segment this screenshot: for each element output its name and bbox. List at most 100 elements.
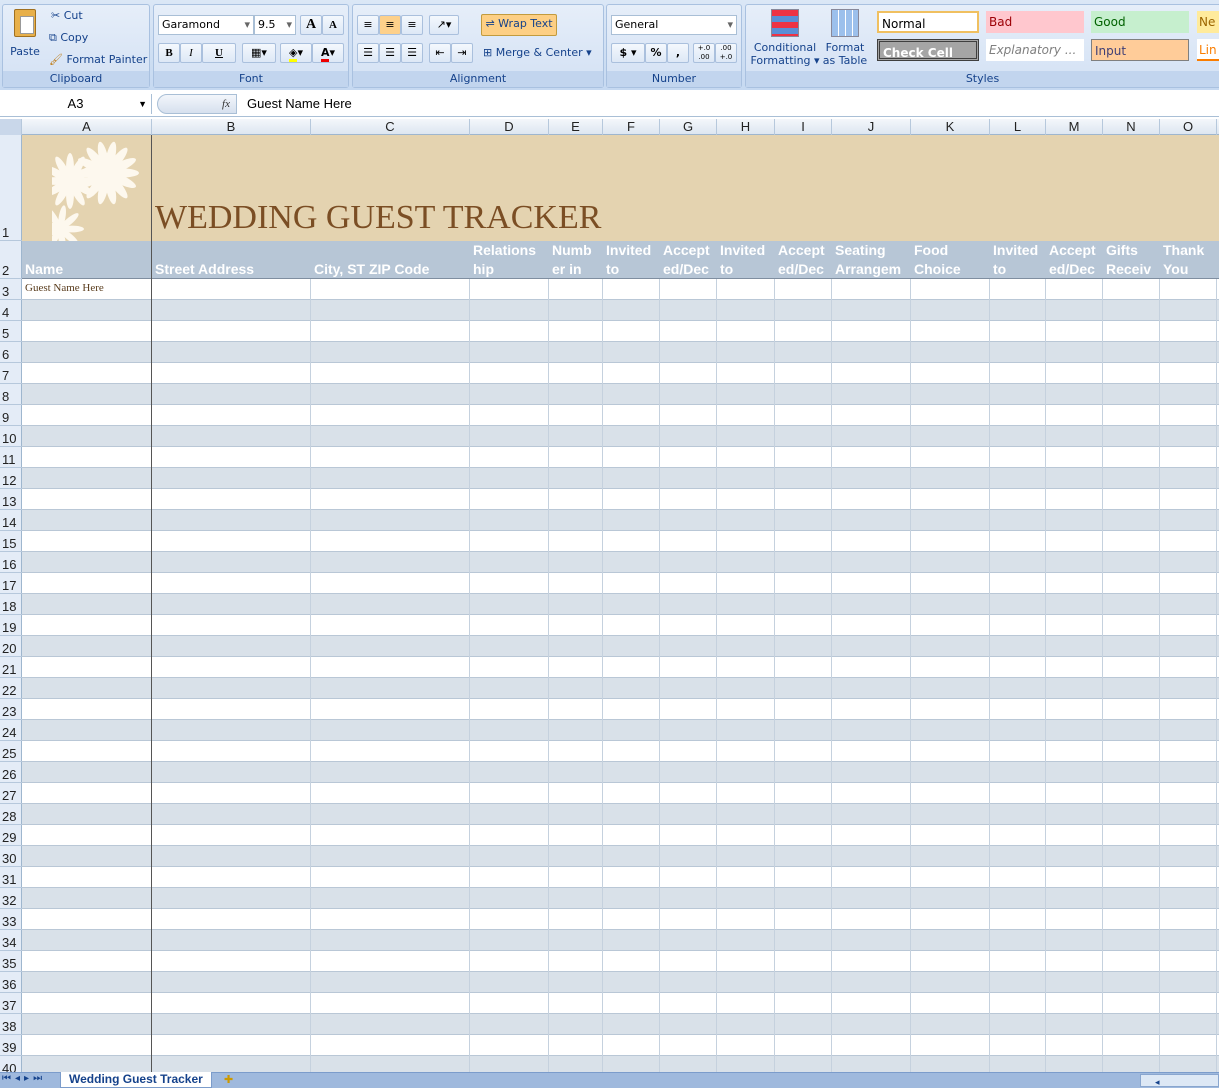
- column-header-k[interactable]: K: [911, 119, 990, 135]
- row-header[interactable]: 23: [0, 699, 22, 720]
- row-header[interactable]: 1: [0, 135, 22, 241]
- copy-button[interactable]: ⧉ Copy: [49, 31, 88, 45]
- table-row[interactable]: [22, 804, 1219, 825]
- table-row[interactable]: [22, 405, 1219, 426]
- table-row[interactable]: [22, 762, 1219, 783]
- table-row[interactable]: [22, 783, 1219, 804]
- table-row[interactable]: [22, 636, 1219, 657]
- increase-indent-button[interactable]: ⇥: [451, 43, 473, 63]
- wrap-text-button[interactable]: ⇌ Wrap Text: [481, 14, 557, 36]
- row-header[interactable]: 4: [0, 300, 22, 321]
- row-header[interactable]: 36: [0, 972, 22, 993]
- percent-button[interactable]: %: [645, 43, 667, 63]
- underline-button[interactable]: U: [202, 43, 236, 63]
- table-row[interactable]: [22, 1035, 1219, 1056]
- row-header[interactable]: 22: [0, 678, 22, 699]
- tab-wedding-guest-tracker[interactable]: Wedding Guest Tracker: [60, 1072, 212, 1088]
- formula-input[interactable]: Guest Name Here: [240, 94, 1219, 114]
- number-format-select[interactable]: General ▾: [611, 15, 737, 35]
- format-painter-button[interactable]: 🖌 Format Painter: [49, 53, 147, 66]
- table-row[interactable]: [22, 384, 1219, 405]
- table-row[interactable]: [22, 972, 1219, 993]
- column-title[interactable]: Street Address: [152, 241, 311, 279]
- cell-style-ne[interactable]: Ne: [1197, 11, 1219, 33]
- font-name-select[interactable]: Garamond ▾: [158, 15, 254, 35]
- table-row[interactable]: [22, 468, 1219, 489]
- row-header[interactable]: 25: [0, 741, 22, 762]
- increase-decimal-button[interactable]: +.0 .00: [693, 43, 715, 63]
- row-header[interactable]: 16: [0, 552, 22, 573]
- cell-style-explanatory[interactable]: Explanatory ...: [986, 39, 1084, 61]
- column-header-d[interactable]: D: [470, 119, 549, 135]
- cell-style-bad[interactable]: Bad: [986, 11, 1084, 33]
- table-row[interactable]: [22, 1056, 1219, 1072]
- column-title[interactable]: Accept ed/Dec: [775, 241, 832, 279]
- row-header[interactable]: 2: [0, 241, 22, 279]
- row-header[interactable]: 13: [0, 489, 22, 510]
- row-header[interactable]: 7: [0, 363, 22, 384]
- fill-color-button[interactable]: ◈▾: [280, 43, 312, 63]
- row-header[interactable]: 15: [0, 531, 22, 552]
- merge-center-button[interactable]: ⊞ Merge & Center ▾: [483, 46, 592, 59]
- table-row[interactable]: [22, 615, 1219, 636]
- comma-button[interactable]: ,: [667, 43, 689, 63]
- row-header[interactable]: 19: [0, 615, 22, 636]
- row-header[interactable]: 5: [0, 321, 22, 342]
- row-header[interactable]: 12: [0, 468, 22, 489]
- name-box[interactable]: A3 ▼: [0, 94, 152, 114]
- table-row[interactable]: [22, 678, 1219, 699]
- center-button[interactable]: ☰: [379, 43, 401, 63]
- table-row[interactable]: [22, 825, 1219, 846]
- row-header[interactable]: 9: [0, 405, 22, 426]
- column-header-h[interactable]: H: [717, 119, 775, 135]
- row-header[interactable]: 29: [0, 825, 22, 846]
- table-row[interactable]: [22, 342, 1219, 363]
- row-header[interactable]: 38: [0, 1014, 22, 1035]
- cell-style-good[interactable]: Good: [1091, 11, 1189, 33]
- row-header[interactable]: 30: [0, 846, 22, 867]
- table-row[interactable]: Guest Name Here: [22, 279, 1219, 300]
- column-header-b[interactable]: B: [152, 119, 311, 135]
- table-row[interactable]: [22, 489, 1219, 510]
- table-row[interactable]: [22, 720, 1219, 741]
- table-row[interactable]: [22, 657, 1219, 678]
- bold-button[interactable]: B: [158, 43, 180, 63]
- insert-function-button[interactable]: fx: [157, 94, 237, 114]
- align-left-button[interactable]: ☰: [357, 43, 379, 63]
- row-header[interactable]: 37: [0, 993, 22, 1014]
- currency-button[interactable]: $ ▾: [611, 43, 645, 63]
- horizontal-scrollbar[interactable]: ◂: [1140, 1074, 1219, 1088]
- row-header[interactable]: 39: [0, 1035, 22, 1056]
- grow-font-button[interactable]: A: [300, 15, 322, 35]
- decrease-indent-button[interactable]: ⇤: [429, 43, 451, 63]
- table-row[interactable]: [22, 993, 1219, 1014]
- worksheet-grid[interactable]: WEDDING GUEST TRACKER Name Street Address…: [22, 135, 1219, 1072]
- font-color-button[interactable]: A▾: [312, 43, 344, 63]
- table-row[interactable]: [22, 426, 1219, 447]
- table-row[interactable]: [22, 573, 1219, 594]
- column-title[interactable]: Thank You: [1160, 241, 1217, 279]
- column-header-j[interactable]: J: [832, 119, 911, 135]
- column-title[interactable]: Accept ed/Dec: [660, 241, 717, 279]
- tab-scroll-buttons[interactable]: ⏮◂▸⏭: [2, 1073, 46, 1084]
- column-header-l[interactable]: L: [990, 119, 1046, 135]
- row-header[interactable]: 17: [0, 573, 22, 594]
- table-row[interactable]: [22, 510, 1219, 531]
- table-row[interactable]: [22, 699, 1219, 720]
- conditional-formatting-button[interactable]: Conditional Formatting ▾: [750, 9, 820, 67]
- column-header-a[interactable]: A: [22, 119, 152, 135]
- row-header[interactable]: 20: [0, 636, 22, 657]
- column-header-m[interactable]: M: [1046, 119, 1103, 135]
- column-title[interactable]: Invited to: [603, 241, 660, 279]
- font-size-select[interactable]: 9.5 ▾: [254, 15, 296, 35]
- insert-sheet-icon[interactable]: ✚: [224, 1073, 233, 1086]
- row-header[interactable]: 26: [0, 762, 22, 783]
- column-header-g[interactable]: G: [660, 119, 717, 135]
- table-row[interactable]: [22, 552, 1219, 573]
- row-header[interactable]: 18: [0, 594, 22, 615]
- orientation-button[interactable]: ↗▾: [429, 15, 459, 35]
- row-header[interactable]: 8: [0, 384, 22, 405]
- table-row[interactable]: [22, 363, 1219, 384]
- row-header[interactable]: 35: [0, 951, 22, 972]
- row-header[interactable]: 21: [0, 657, 22, 678]
